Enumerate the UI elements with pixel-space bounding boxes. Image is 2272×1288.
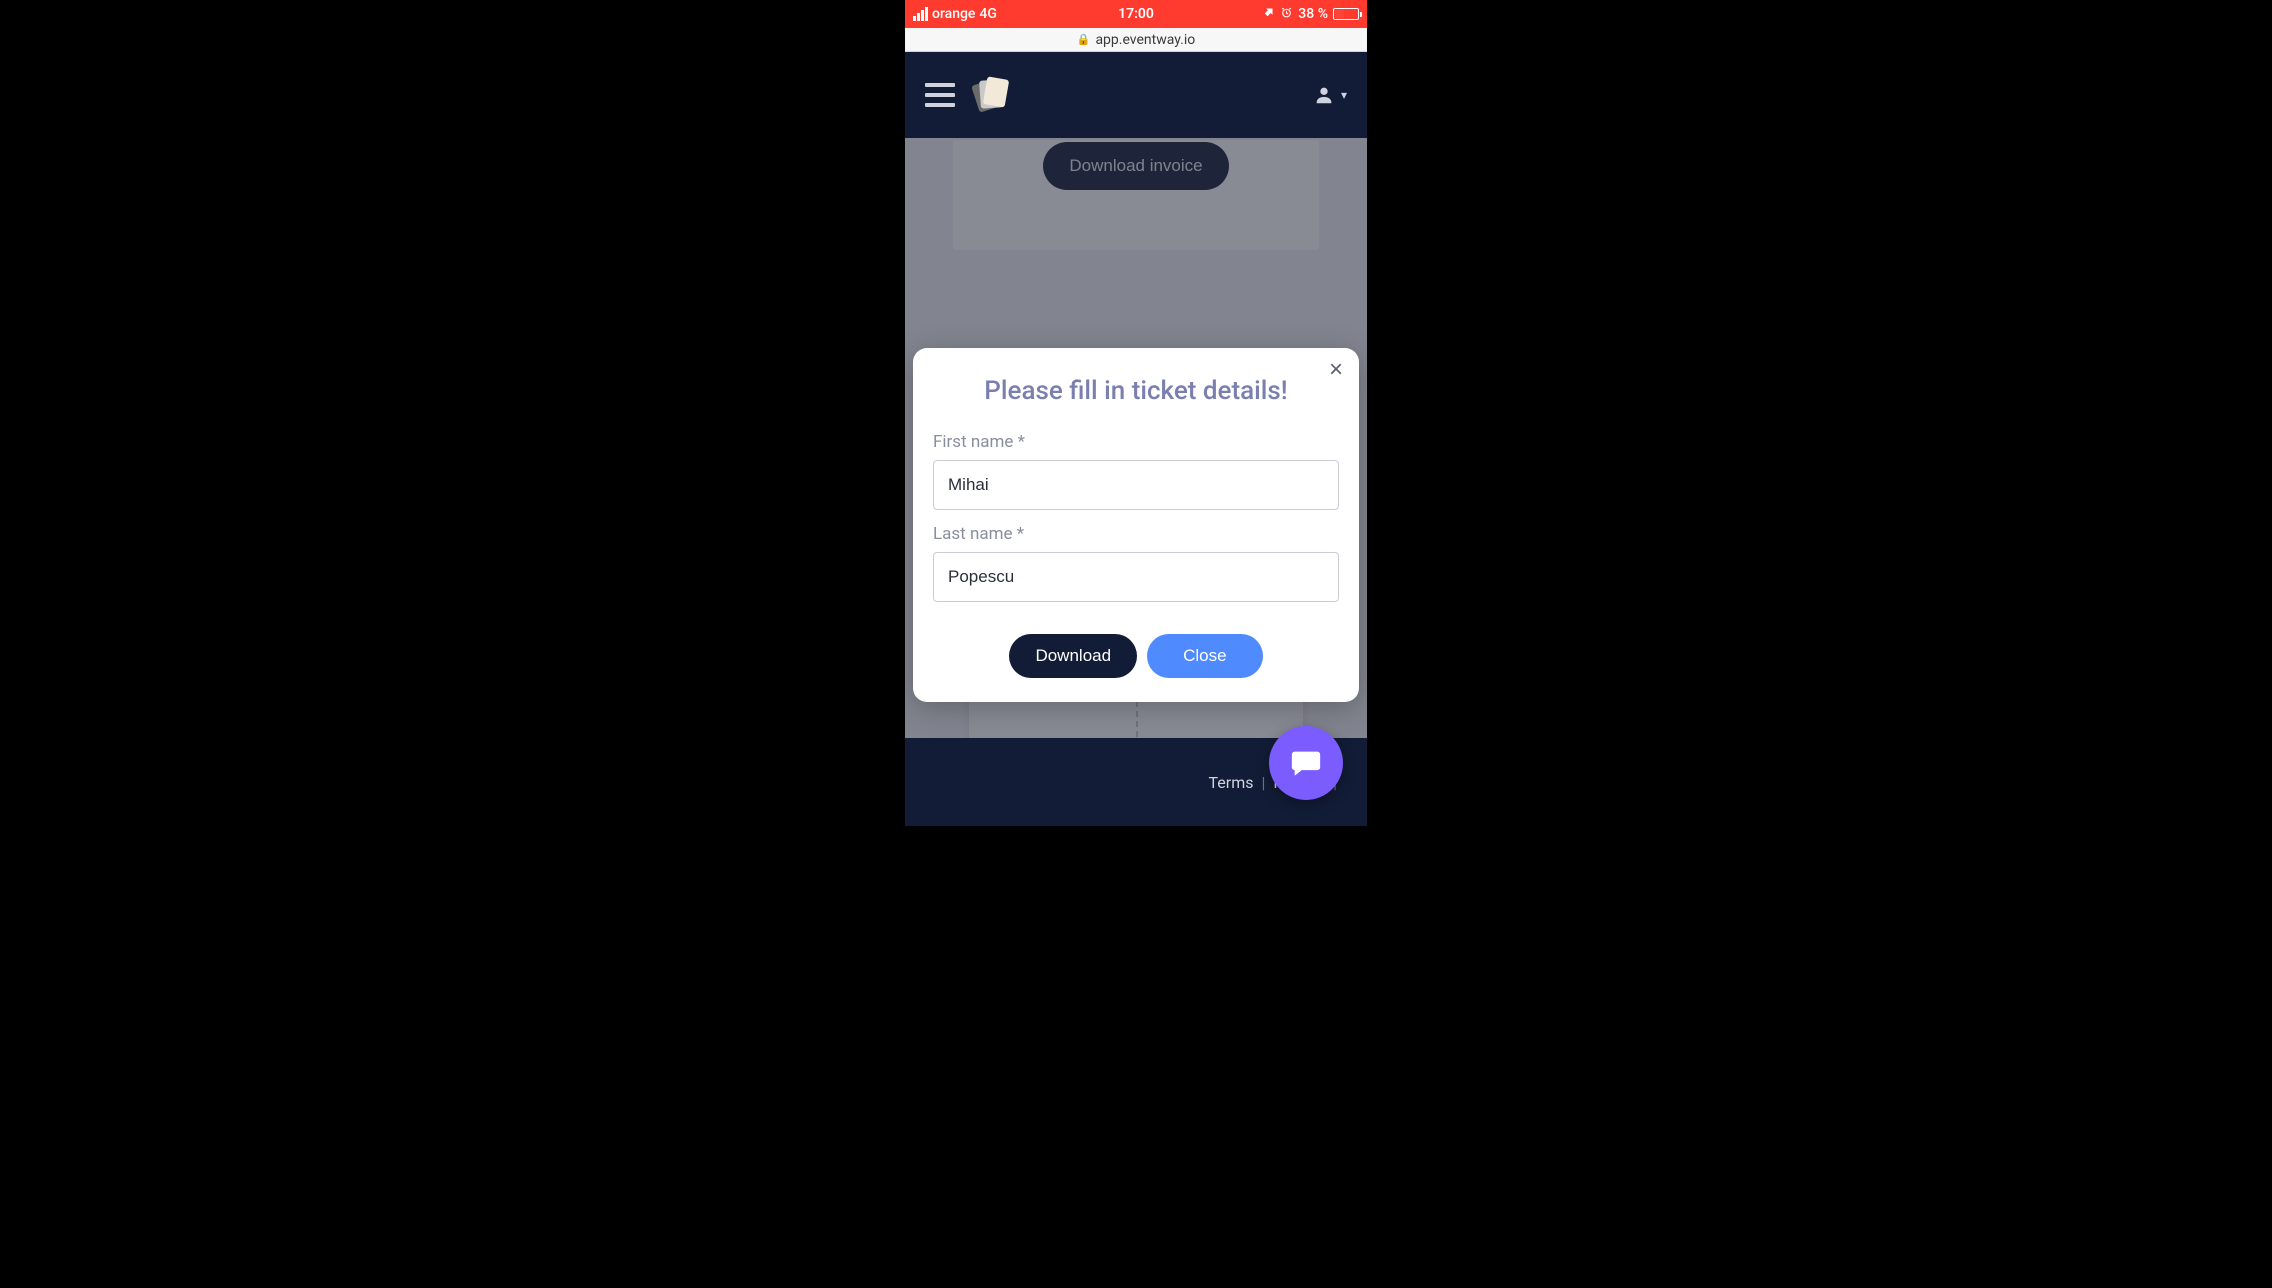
download-button[interactable]: Download bbox=[1009, 634, 1137, 678]
lock-icon: 🔒 bbox=[1077, 33, 1091, 46]
network-label: 4G bbox=[979, 6, 997, 22]
footer-separator: | bbox=[1262, 773, 1266, 792]
close-icon[interactable]: × bbox=[1329, 358, 1343, 382]
close-button[interactable]: Close bbox=[1147, 634, 1262, 678]
battery-icon bbox=[1333, 8, 1359, 20]
video-frame: orange 4G 17:00 38 % 🔒 app.eventway.io bbox=[0, 0, 2272, 1288]
chevron-down-icon: ▾ bbox=[1341, 88, 1347, 102]
phone-viewport: orange 4G 17:00 38 % 🔒 app.eventway.io bbox=[905, 0, 1367, 826]
hamburger-icon[interactable] bbox=[925, 83, 955, 107]
alarm-icon bbox=[1280, 6, 1293, 23]
browser-address-bar[interactable]: 🔒 app.eventway.io bbox=[905, 28, 1367, 52]
chat-icon bbox=[1289, 746, 1323, 780]
carrier-label: orange bbox=[932, 6, 975, 22]
modal-title: Please fill in ticket details! bbox=[933, 376, 1339, 406]
app-main: Download invoice 2 Early × Please fill i… bbox=[905, 138, 1367, 826]
signal-icon bbox=[913, 7, 928, 21]
url-label: app.eventway.io bbox=[1095, 32, 1195, 48]
status-left: orange 4G bbox=[913, 6, 997, 22]
battery-pct-label: 38 % bbox=[1298, 6, 1328, 22]
clock-label: 17:00 bbox=[1118, 6, 1154, 22]
app-header: ▾ bbox=[905, 52, 1367, 138]
footer-terms-link[interactable]: Terms bbox=[1209, 773, 1254, 792]
last-name-label: Last name * bbox=[933, 524, 1339, 544]
ticket-details-modal: × Please fill in ticket details! First n… bbox=[913, 348, 1359, 702]
modal-button-row: Download Close bbox=[933, 634, 1339, 678]
last-name-input[interactable] bbox=[933, 552, 1339, 602]
app-logo[interactable] bbox=[975, 78, 1009, 112]
chat-fab[interactable] bbox=[1269, 726, 1343, 800]
ios-status-bar: orange 4G 17:00 38 % bbox=[905, 0, 1367, 28]
location-icon bbox=[1263, 6, 1275, 22]
first-name-input[interactable] bbox=[933, 460, 1339, 510]
first-name-label: First name * bbox=[933, 432, 1339, 452]
status-right: 38 % bbox=[1263, 6, 1359, 23]
user-icon bbox=[1313, 84, 1335, 106]
user-menu[interactable]: ▾ bbox=[1313, 84, 1347, 106]
